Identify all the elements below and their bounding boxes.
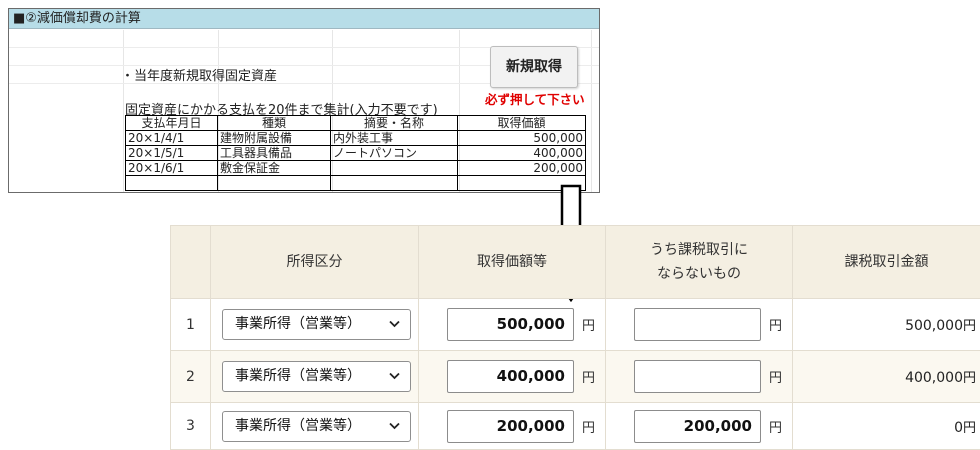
col-header-summary: 摘要・名称 [331,116,458,131]
category-cell: 事業所得（営業等） [211,351,419,403]
category-cell: 事業所得（営業等） [211,299,419,351]
non-taxable-input[interactable] [634,308,761,341]
row-number: 3 [171,403,211,450]
table-row: 1 事業所得（営業等） 500,000 円 円 500 [171,299,980,351]
cell-type: 建物附属設備 [218,131,331,146]
header-non-taxable-line1: うち課税取引に [650,242,748,258]
cell-summary: ノートパソコン [331,146,458,161]
yen-unit: 円 [963,371,976,386]
cell-empty [126,176,218,191]
non-taxable-cell: 200,000 円 [606,403,793,450]
cell-type: 工具器具備品 [218,146,331,161]
must-press-note: 必ず押して下さい [485,89,585,108]
taxable-amount-cell: 400,000円 [793,351,980,403]
cell-date: 20×1/5/1 [126,146,218,161]
select-value: 事業所得（営業等） [235,412,361,441]
new-acquisition-button[interactable]: 新規取得 [490,46,578,88]
row-number: 1 [171,299,211,351]
taxable-amount: 500,000 [905,318,963,334]
income-category-select[interactable]: 事業所得（営業等） [222,361,411,392]
chevron-down-icon [389,320,400,328]
col-header-amount: 取得価額 [458,116,586,131]
header-income-category: 所得区分 [211,226,419,299]
acquisition-value-input[interactable]: 400,000 [447,360,574,393]
taxable-amount: 0 [954,420,963,436]
cell-date: 20×1/6/1 [126,161,218,176]
cell-summary [331,161,458,176]
cell-type: 敷金保証金 [218,161,331,176]
acquisition-cell: 500,000 円 [419,299,606,351]
non-taxable-input[interactable]: 200,000 [634,410,761,443]
non-taxable-cell: 円 [606,299,793,351]
cell-summary: 内外装工事 [331,131,458,146]
yen-unit: 円 [769,367,782,386]
yen-unit: 円 [963,319,976,334]
select-value: 事業所得（営業等） [235,310,361,339]
purchase-form-table: 所得区分 取得価額等 うち課税取引に ならないもの 課税取引金額 1 事業所得（… [170,225,980,450]
acquisition-value-input[interactable]: 200,000 [447,410,574,443]
chevron-down-icon [389,372,400,380]
category-cell: 事業所得（営業等） [211,403,419,450]
header-non-taxable-line2: ならないもの [657,266,741,282]
non-taxable-cell: 円 [606,351,793,403]
non-taxable-input[interactable] [634,360,761,393]
header-non-taxable: うち課税取引に ならないもの [606,226,793,299]
cell-amount: 200,000 [458,161,586,176]
table-row: 20×1/5/1 工具器具備品 ノートパソコン 400,000 [126,146,586,161]
table-row: 20×1/4/1 建物附属設備 内外装工事 500,000 [126,131,586,146]
new-assets-label: ・当年度新規取得固定資産 [121,65,277,84]
income-category-select[interactable]: 事業所得（営業等） [222,309,411,340]
spreadsheet-excerpt: ■②減価償却費の計算 ・当年度新規取得固定資産 新規取得 必ず押して下さい 固定… [8,8,600,193]
chevron-down-icon [389,422,400,430]
acquisition-cell: 400,000 円 [419,351,606,403]
cell-amount: 400,000 [458,146,586,161]
acquisition-cell: 200,000 円 [419,403,606,450]
yen-unit: 円 [769,315,782,334]
fixed-asset-table: 支払年月日 種類 摘要・名称 取得価額 20×1/4/1 建物附属設備 内外装工… [125,115,586,191]
yen-unit: 円 [963,421,976,436]
yen-unit: 円 [582,367,595,386]
col-header-date: 支払年月日 [126,116,218,131]
acquisition-value-input[interactable]: 500,000 [447,308,574,341]
taxable-amount-cell: 0円 [793,403,980,450]
header-taxable-amount: 課税取引金額 [793,226,980,299]
taxable-amount-cell: 500,000円 [793,299,980,351]
col-header-type: 種類 [218,116,331,131]
select-value: 事業所得（営業等） [235,362,361,391]
yen-unit: 円 [769,417,782,436]
income-category-select[interactable]: 事業所得（営業等） [222,411,411,442]
cell-empty [218,176,331,191]
sheet-title: ■②減価償却費の計算 [9,9,599,29]
cell-empty [331,176,458,191]
header-row-number [171,226,211,299]
taxable-amount: 400,000 [905,370,963,386]
table-row: 20×1/6/1 敷金保証金 200,000 [126,161,586,176]
table-row: 2 事業所得（営業等） 400,000 円 円 400 [171,351,980,403]
grid-line [123,30,124,192]
header-acquisition-value: 取得価額等 [419,226,606,299]
row-number: 2 [171,351,211,403]
yen-unit: 円 [582,315,595,334]
table-row [126,176,586,191]
yen-unit: 円 [582,417,595,436]
cell-date: 20×1/4/1 [126,131,218,146]
cell-amount: 500,000 [458,131,586,146]
grid-line [591,30,592,192]
table-row: 3 事業所得（営業等） 200,000 円 200,000 円 [171,403,980,450]
